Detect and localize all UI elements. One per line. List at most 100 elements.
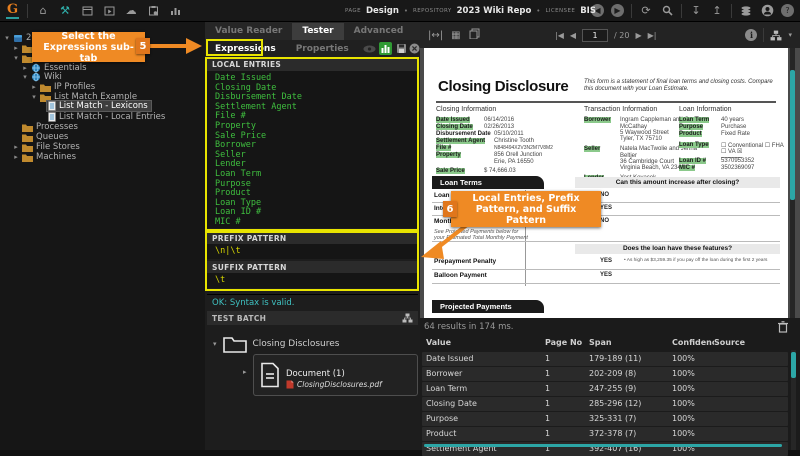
result-row[interactable]: Borrower1202-209 (8)100% — [422, 367, 788, 381]
result-row[interactable]: Date Issued1179-189 (11)100% — [422, 352, 788, 366]
expand-arrow-icon[interactable]: ▸ — [13, 153, 19, 161]
suffix-pattern-editor[interactable]: \t — [207, 273, 418, 288]
tab-value-reader[interactable]: Value Reader — [205, 23, 292, 40]
prefix-pattern-editor[interactable]: \n|\t — [207, 244, 418, 259]
document-title: Document (1) — [286, 369, 345, 379]
results-scrollbar[interactable] — [791, 350, 796, 450]
database-icon[interactable] — [739, 4, 753, 18]
expand-arrow-icon[interactable]: ▾ — [4, 34, 10, 42]
info-icon[interactable]: i — [745, 29, 757, 41]
callout-step5-number: 5 — [136, 38, 150, 54]
column-header[interactable]: Source — [714, 338, 774, 347]
viewer-scrollbar[interactable] — [790, 48, 795, 318]
document-filename: ClosingDisclosures.pdf — [297, 380, 382, 389]
breadcrumb: PAGE Design • REPOSITORY 2023 Wiki Repo … — [345, 0, 596, 22]
batch-hierarchy-icon[interactable] — [402, 313, 413, 323]
expand-arrow-icon[interactable]: ▾ — [31, 93, 37, 101]
tree-item-list-match-lexicons[interactable]: List Match - Lexicons — [46, 101, 152, 111]
tree-item-folder[interactable]: ▾ — [13, 53, 33, 63]
result-row[interactable]: Loan Term1247-255 (9)100% — [422, 382, 788, 396]
help-icon[interactable]: ? — [781, 4, 794, 17]
folder-icon — [22, 153, 33, 162]
pdf-icon — [286, 380, 294, 389]
batch-document-card[interactable]: Document (1) ClosingDisclosures.pdf — [253, 354, 418, 396]
doc-field: Sale Price$ 74,666.03 — [436, 168, 465, 174]
expand-arrow-icon[interactable]: ▾ — [13, 54, 19, 62]
prefix-pattern-value[interactable]: \n|\t — [207, 244, 418, 256]
result-row[interactable]: Purpose1325-331 (7)100% — [422, 412, 788, 426]
fit-width-icon[interactable]: |↔| — [428, 30, 443, 41]
stats-icon[interactable] — [168, 4, 182, 18]
layout-tree-icon[interactable] — [770, 30, 782, 41]
batch-folder-row[interactable]: ▾ Closing Disclosures — [213, 334, 339, 354]
local-entries-list[interactable]: Date Issued Closing Date Disbursement Da… — [207, 71, 418, 228]
column-header[interactable]: Confidence — [672, 338, 714, 347]
doc-field-line: Tyler, TX 75710 — [620, 136, 662, 143]
page-number-input[interactable]: 1 — [582, 29, 608, 42]
prev-page-icon[interactable]: ◀ — [570, 31, 576, 40]
view-options-icon[interactable]: ▦ — [451, 30, 460, 41]
tree-item-list-match-local-entries[interactable]: List Match - Local Entries — [48, 112, 165, 122]
trash-icon[interactable] — [778, 321, 788, 333]
document-viewport[interactable]: Closing Disclosure This form is a statem… — [420, 48, 800, 318]
search-icon[interactable] — [660, 4, 674, 18]
column-header[interactable]: Span — [589, 338, 667, 347]
result-row[interactable]: Product1372-378 (7)100% — [422, 427, 788, 441]
dropdown-caret-icon[interactable]: ▾ — [788, 31, 792, 39]
doc-field: File #N848494X2V3N2M7V8M2 — [436, 145, 451, 151]
pages-icon[interactable] — [469, 28, 480, 42]
doc-field: Date Issued06/14/2016 — [436, 117, 470, 123]
imports-icon[interactable] — [102, 4, 116, 18]
preview-eye-icon[interactable] — [363, 42, 376, 55]
tab-tester[interactable]: Tester — [292, 23, 343, 40]
expand-arrow-icon[interactable]: ▸ — [243, 368, 247, 376]
expand-arrow-icon[interactable]: ▸ — [13, 143, 19, 151]
save-icon[interactable] — [395, 42, 408, 55]
download-icon[interactable]: ↧ — [689, 4, 703, 18]
tab-advanced[interactable]: Advanced — [344, 23, 414, 40]
forward-icon[interactable]: ▶ — [611, 4, 624, 17]
results-hscrollbar-thumb[interactable] — [424, 444, 782, 447]
result-row[interactable]: Closing Date1285-296 (12)100% — [422, 397, 788, 411]
expand-arrow-icon[interactable]: ▾ — [22, 73, 28, 81]
suffix-pattern-value[interactable]: \t — [207, 273, 418, 285]
repository-label: REPOSITORY — [413, 8, 452, 14]
expand-arrow-icon[interactable]: ▸ — [22, 64, 28, 72]
viewer-scrollbar-thumb[interactable] — [790, 70, 795, 200]
next-page-icon[interactable]: ▶ — [635, 31, 641, 40]
results-scrollbar-thumb[interactable] — [791, 352, 796, 378]
document-page[interactable]: Closing Disclosure This form is a statem… — [424, 48, 788, 318]
cloud-upload-icon[interactable]: ☁ — [124, 4, 138, 18]
first-page-icon[interactable]: |◀ — [555, 31, 564, 40]
home-icon[interactable]: ⌂ — [36, 4, 50, 18]
tree-item-folder[interactable]: ▸ — [13, 43, 33, 53]
upload-icon[interactable]: ↥ — [710, 4, 724, 18]
tree-item-file-stores[interactable]: ▸ File Stores — [13, 142, 80, 152]
expand-arrow-icon[interactable]: ▸ — [13, 44, 19, 52]
design-tools-icon[interactable]: ⚒ — [58, 4, 72, 18]
tree-item-label: Wiki — [44, 72, 62, 82]
local-entries-editor[interactable]: Date Issued Closing Date Disbursement Da… — [207, 71, 418, 228]
column-header[interactable]: Page No — [545, 338, 585, 347]
run-test-icon[interactable] — [379, 42, 392, 55]
expand-arrow-icon[interactable]: ▾ — [213, 340, 217, 348]
jobs-icon[interactable] — [146, 4, 160, 18]
tree-item-queues[interactable]: Queues — [22, 132, 68, 142]
loan-terms-heading: Loan Terms — [432, 176, 544, 189]
tree-item-wiki[interactable]: ▾ Wiki — [22, 72, 62, 82]
tree-item-machines[interactable]: ▸ Machines — [13, 152, 76, 162]
tree-item-ip-profiles[interactable]: ▸ IP Profiles — [31, 82, 95, 92]
user-icon[interactable] — [760, 4, 774, 18]
subtab-properties[interactable]: Properties — [286, 44, 359, 54]
refresh-icon[interactable]: ⟳ — [639, 4, 653, 18]
folder-icon — [40, 83, 51, 92]
expand-arrow-icon[interactable]: ▸ — [31, 83, 37, 91]
last-page-icon[interactable]: ▶| — [648, 31, 657, 40]
subtab-expressions[interactable]: Expressions — [205, 44, 286, 54]
results-panel: 64 results in 174 ms. Value Page No Span… — [420, 318, 800, 450]
tree-item-label: Machines — [36, 152, 76, 162]
column-header[interactable]: Value — [426, 338, 541, 347]
tree-item-processes[interactable]: Processes — [22, 122, 78, 132]
batches-icon[interactable] — [80, 4, 94, 18]
divider — [436, 101, 776, 103]
